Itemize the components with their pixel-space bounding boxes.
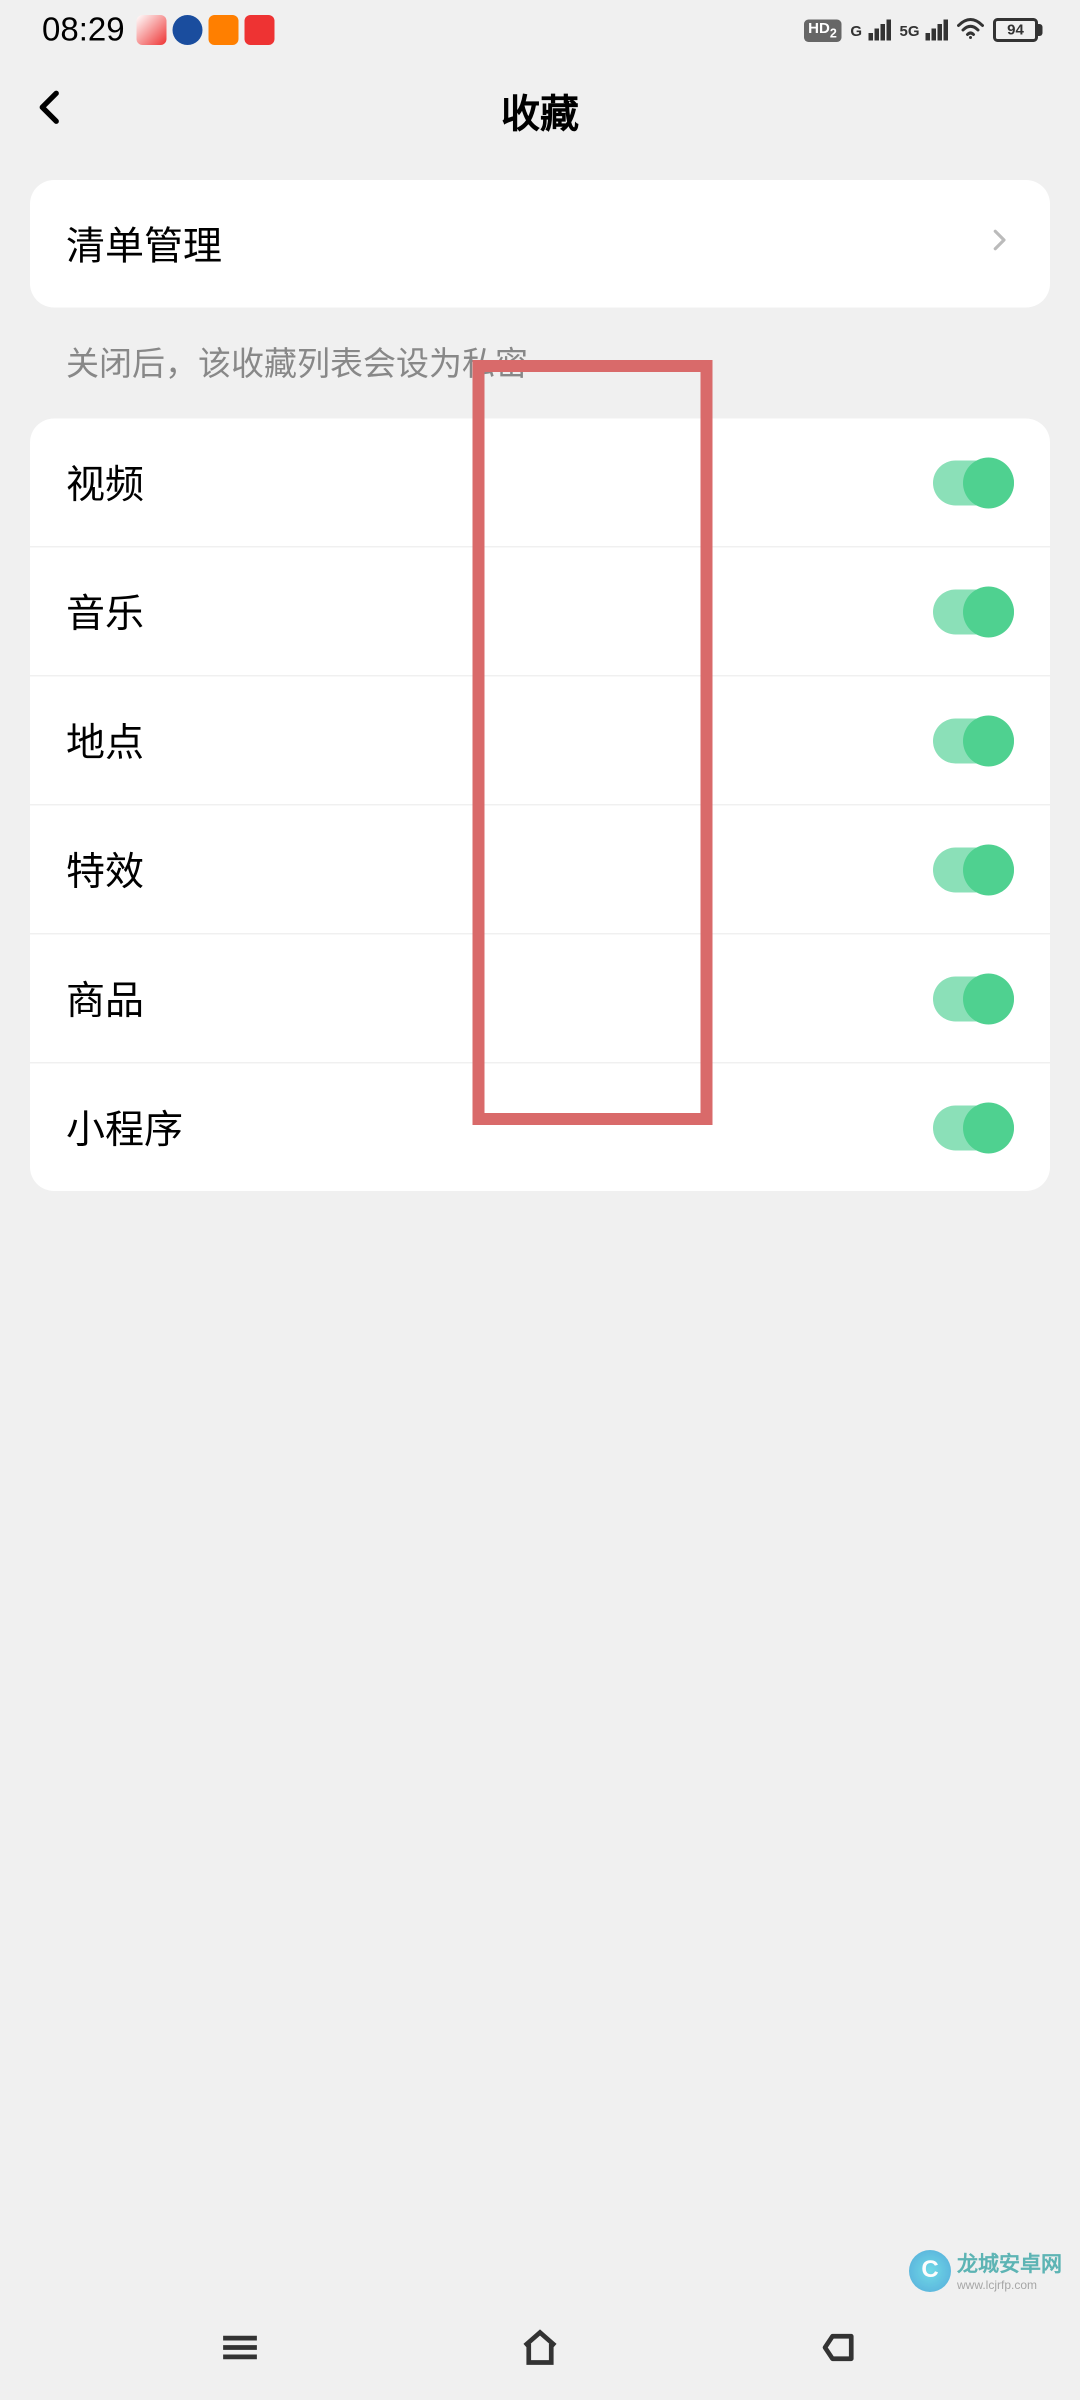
toggle-label: 地点: [66, 713, 144, 769]
watermark-sub: www.lcjrfp.com: [957, 2279, 1062, 2293]
signal-2: 5G: [899, 20, 948, 41]
toggle-row: 视频: [30, 419, 1050, 547]
toggle-switch[interactable]: [933, 589, 1014, 634]
list-manage-label: 清单管理: [66, 216, 222, 272]
toggle-switch[interactable]: [933, 718, 1014, 763]
chevron-right-icon: [984, 225, 1014, 263]
watermark-text: 龙城安卓网: [957, 2252, 1062, 2276]
status-right: HD2 G 5G 94: [804, 17, 1038, 43]
battery-indicator: 94: [993, 18, 1038, 42]
status-time: 08:29: [42, 11, 125, 50]
list-manage-row[interactable]: 清单管理: [30, 180, 1050, 308]
notif-app-icon: [245, 15, 275, 45]
toggle-row: 小程序: [30, 1062, 1050, 1191]
page-header: 收藏: [0, 60, 1080, 162]
toggle-label: 音乐: [66, 584, 144, 640]
toggle-label: 商品: [66, 971, 144, 1027]
toggle-list-card: 视频音乐地点特效商品小程序: [30, 419, 1050, 1192]
recents-button[interactable]: [210, 2318, 270, 2378]
system-nav-bar: [0, 2295, 1080, 2400]
list-manage-card: 清单管理: [30, 180, 1050, 308]
toggle-switch[interactable]: [933, 976, 1014, 1021]
toggle-row: 地点: [30, 675, 1050, 804]
toggle-label: 特效: [66, 842, 144, 898]
toggle-switch[interactable]: [933, 847, 1014, 892]
status-left: 08:29: [42, 11, 275, 50]
back-button[interactable]: [30, 86, 72, 136]
toggle-row: 特效: [30, 804, 1050, 933]
home-button[interactable]: [510, 2318, 570, 2378]
notif-app-icon: [209, 15, 239, 45]
watermark-icon: C: [909, 2249, 951, 2291]
toggle-label: 小程序: [66, 1100, 183, 1156]
toggle-switch[interactable]: [933, 1105, 1014, 1150]
notif-app-icon: [173, 15, 203, 45]
status-bar: 08:29 HD2 G 5G 94: [0, 0, 1080, 60]
hd-badge: HD2: [804, 19, 842, 42]
back-nav-button[interactable]: [810, 2318, 870, 2378]
page-title: 收藏: [501, 83, 579, 139]
watermark: C 龙城安卓网 www.lcjrfp.com: [909, 2249, 1062, 2293]
toggle-row: 商品: [30, 933, 1050, 1062]
toggle-row: 音乐: [30, 546, 1050, 675]
notif-app-icon: [137, 15, 167, 45]
signal-1: G: [850, 20, 890, 41]
section-hint: 关闭后，该收藏列表会设为私密: [30, 308, 1050, 401]
wifi-icon: [957, 17, 984, 43]
toggle-switch[interactable]: [933, 460, 1014, 505]
toggle-label: 视频: [66, 455, 144, 511]
status-app-icons: [137, 15, 275, 45]
